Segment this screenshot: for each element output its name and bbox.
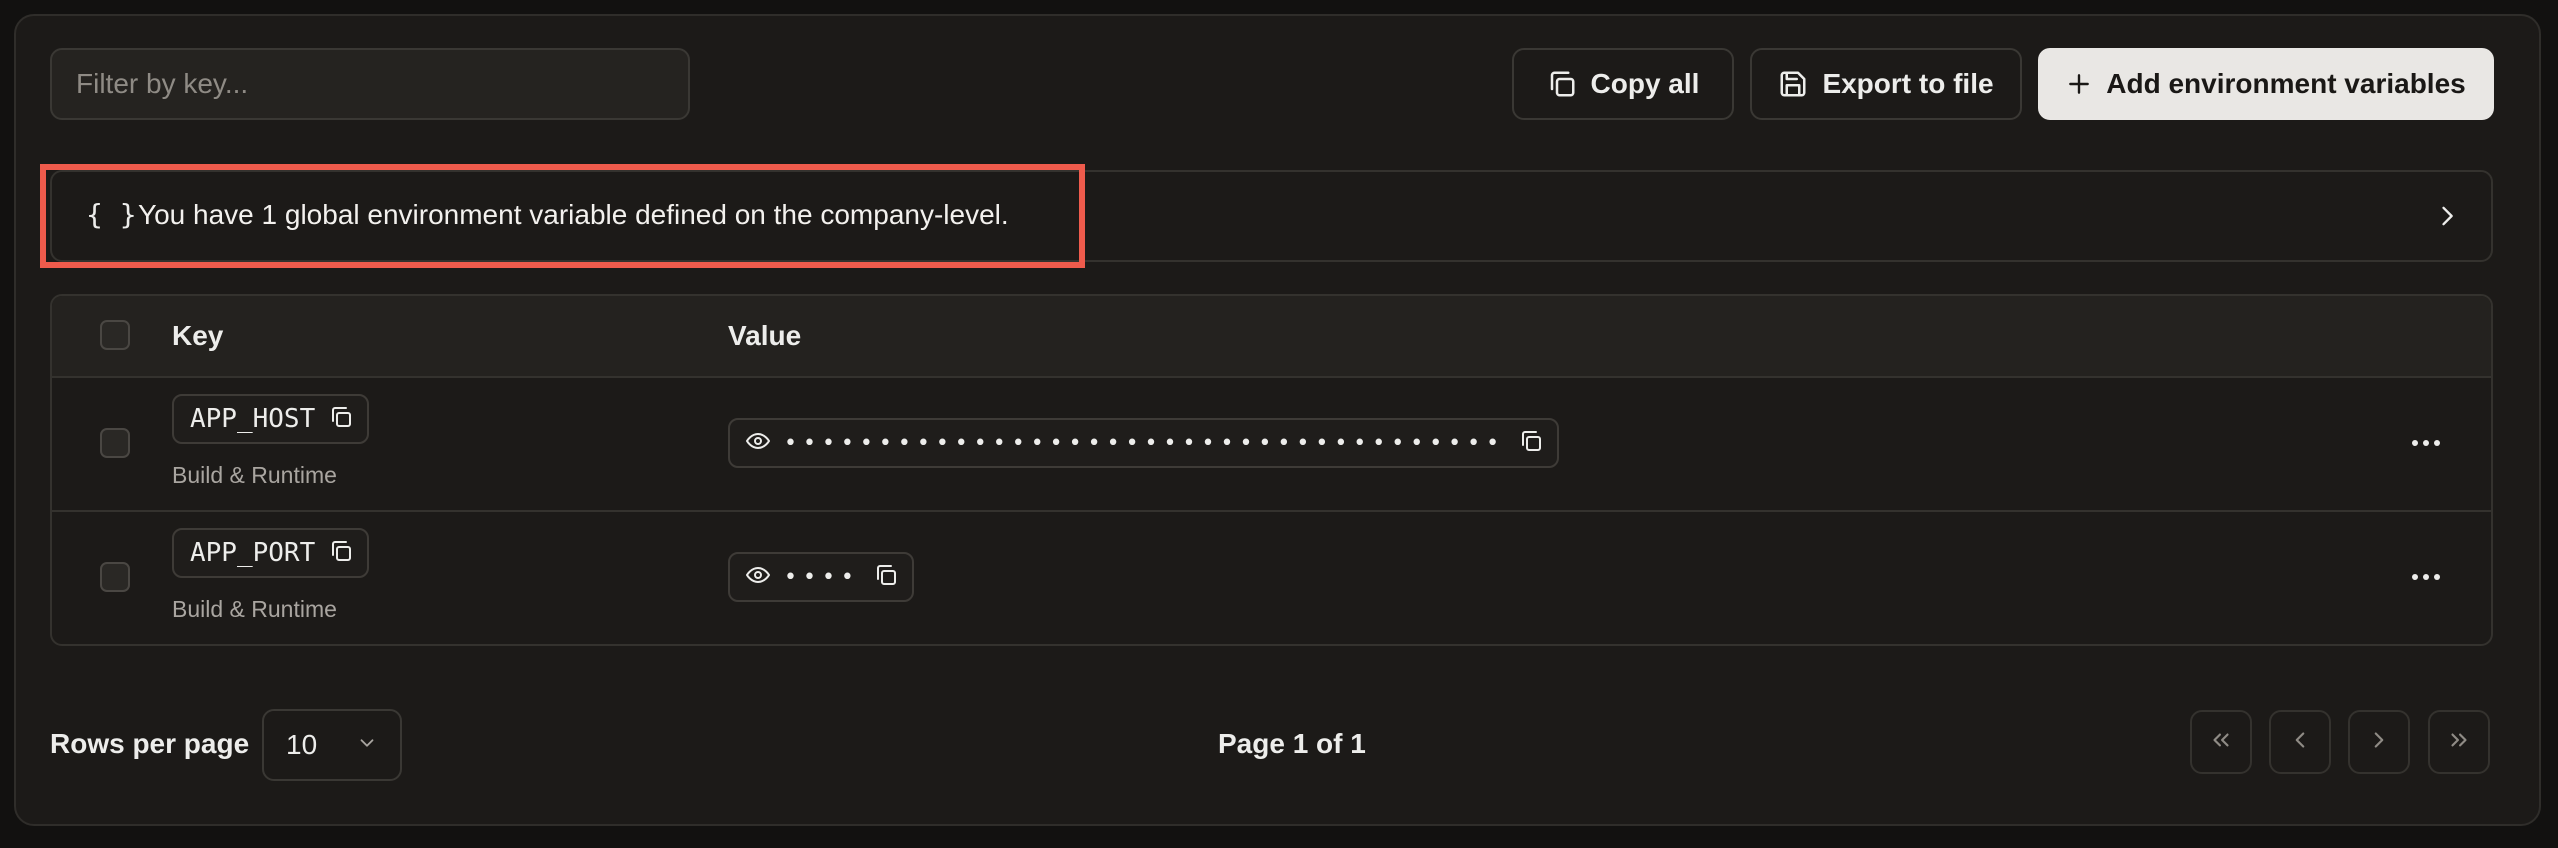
page-info: Page 1 of 1: [1218, 728, 1366, 759]
filter-by-key-input[interactable]: [50, 48, 690, 120]
copy-all-label: Copy all: [1590, 68, 1700, 99]
rows-per-page-value: 10: [286, 729, 318, 760]
chevron-down-icon: [356, 729, 378, 761]
chevron-right-icon: [2366, 727, 2392, 758]
export-to-file-button[interactable]: Export to file: [1750, 48, 2022, 120]
value-badge: ••••••••••••••••••••••••••••••••••••••: [728, 418, 1560, 468]
previous-page-button[interactable]: [2269, 710, 2331, 774]
key-badge: APP_PORT: [172, 528, 370, 578]
row-checkbox[interactable]: [100, 428, 130, 458]
save-icon: [1778, 69, 1808, 99]
chevrons-left-icon: [2208, 727, 2234, 758]
more-actions-icon[interactable]: [2411, 436, 2441, 454]
rows-per-page-select[interactable]: 10: [262, 709, 402, 781]
row-checkbox[interactable]: [100, 562, 130, 592]
env-vars-table: Key Value APP_HOST Build & Runtime •••••…: [50, 294, 2493, 646]
table-row: APP_PORT Build & Runtime ••••: [52, 512, 2491, 644]
copy-icon[interactable]: [1519, 429, 1543, 458]
copy-icon[interactable]: [329, 539, 353, 568]
select-all-checkbox[interactable]: [100, 320, 130, 350]
add-label: Add environment variables: [2106, 68, 2466, 99]
chevron-left-icon: [2287, 727, 2313, 758]
plus-icon: [2066, 71, 2092, 97]
export-label: Export to file: [1822, 68, 1994, 99]
copy-icon[interactable]: [329, 405, 353, 434]
banner-message: You have 1 global environment variable d…: [138, 199, 1009, 230]
braces-icon: { }: [86, 198, 137, 231]
value-badge: ••••: [728, 552, 914, 602]
variable-scope: Build & Runtime: [172, 462, 337, 488]
more-actions-icon[interactable]: [2411, 570, 2441, 588]
key-badge: APP_HOST: [172, 394, 370, 444]
eye-icon[interactable]: [746, 563, 770, 592]
chevrons-right-icon: [2446, 727, 2472, 758]
last-page-button[interactable]: [2428, 710, 2490, 774]
first-page-button[interactable]: [2190, 710, 2252, 774]
copy-icon[interactable]: [874, 563, 898, 592]
copy-all-button[interactable]: Copy all: [1512, 48, 1734, 120]
masked-value: ••••••••••••••••••••••••••••••••••••••: [784, 430, 1506, 456]
add-environment-variables-button[interactable]: Add environment variables: [2038, 48, 2494, 120]
key-column-header: Key: [172, 320, 224, 351]
copy-icon: [1547, 69, 1577, 99]
variable-key: APP_PORT: [190, 538, 316, 568]
variable-scope: Build & Runtime: [172, 596, 337, 622]
chevron-right-icon: [2433, 202, 2461, 235]
masked-value: ••••: [784, 564, 860, 590]
variable-key: APP_HOST: [190, 404, 316, 434]
table-row: APP_HOST Build & Runtime •••••••••••••••…: [52, 378, 2491, 512]
global-variables-banner[interactable]: { } You have 1 global environment variab…: [50, 170, 2493, 262]
table-header: Key Value: [52, 296, 2491, 378]
eye-icon[interactable]: [746, 429, 770, 458]
next-page-button[interactable]: [2348, 710, 2410, 774]
rows-per-page-label: Rows per page: [50, 728, 250, 759]
value-column-header: Value: [728, 320, 802, 351]
